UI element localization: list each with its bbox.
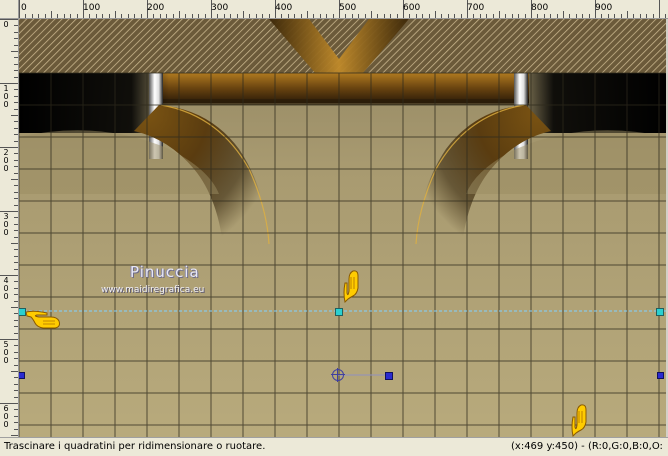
ruler-label-700: 700 bbox=[467, 3, 485, 13]
rotation-pivot-icon[interactable] bbox=[331, 368, 345, 382]
image-canvas[interactable]: Pinuccia www.maidiregrafica.eu bbox=[19, 19, 666, 437]
watermark-name: Pinuccia bbox=[130, 263, 200, 281]
handle-icon[interactable] bbox=[656, 308, 664, 316]
ruler-label-300: 300 bbox=[211, 3, 229, 13]
status-coordinates: (x:469 y:450) - (R:0,G:0,B:0,O: bbox=[511, 441, 663, 452]
ruler-label-100: 100 bbox=[83, 3, 101, 13]
pointing-hand-icon bbox=[343, 270, 359, 303]
left-ruler[interactable]: 0 100 200 300 400 500 600 bbox=[0, 18, 19, 437]
handle-icon[interactable] bbox=[657, 372, 664, 379]
handle-icon[interactable] bbox=[19, 372, 25, 379]
watermark-url: www.maidiregrafica.eu bbox=[101, 285, 205, 295]
pointing-hand-icon bbox=[25, 310, 60, 329]
ruler-label-600: 600 bbox=[403, 3, 421, 13]
ruler-label-200: 200 bbox=[147, 3, 165, 13]
top-ruler[interactable]: 0 100 200 300 400 500 600 700 800 900 bbox=[0, 0, 668, 19]
ruler-label-900: 900 bbox=[595, 3, 613, 13]
pointing-hand-icon bbox=[571, 404, 587, 437]
status-bar: Trascinare i quadratini per ridimensiona… bbox=[0, 437, 668, 456]
ruler-label-800: 800 bbox=[531, 3, 549, 13]
ruler-label-500: 500 bbox=[339, 3, 357, 13]
handle-icon[interactable] bbox=[385, 372, 393, 380]
ruler-label-0: 0 bbox=[21, 3, 27, 13]
handle-icon[interactable] bbox=[335, 308, 343, 316]
status-message: Trascinare i quadratini per ridimensiona… bbox=[4, 441, 266, 452]
ruler-corner bbox=[0, 0, 19, 19]
ruler-label-400: 400 bbox=[275, 3, 293, 13]
